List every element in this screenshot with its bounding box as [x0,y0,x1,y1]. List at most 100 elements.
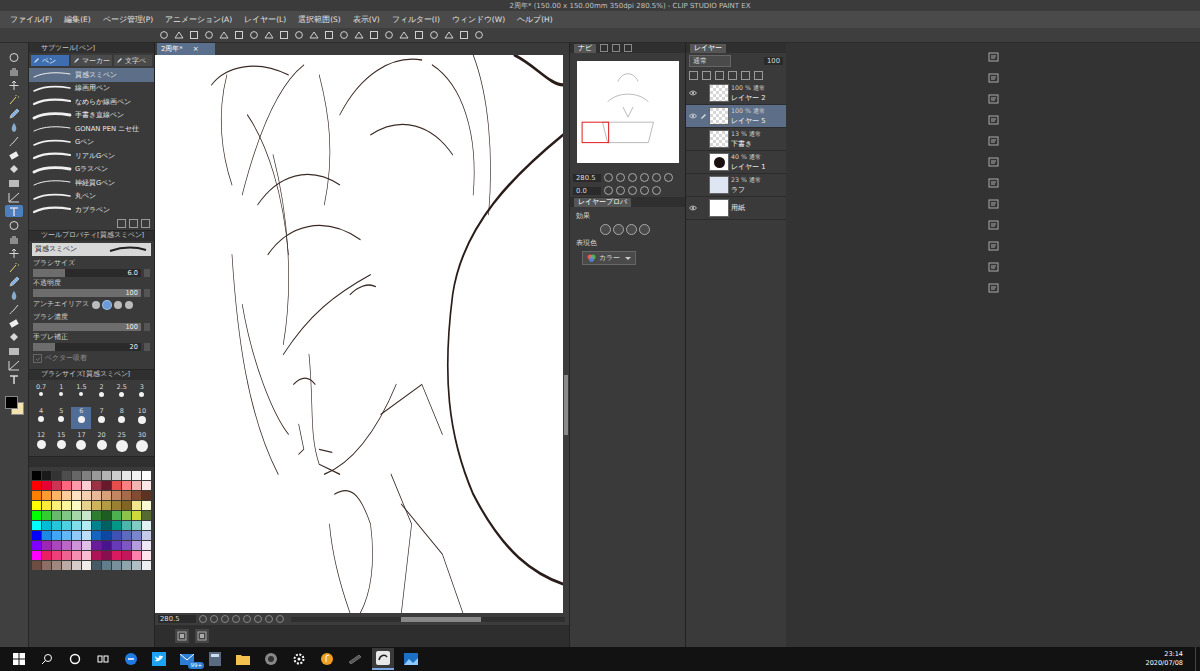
view-control-icon[interactable] [276,615,284,623]
color-swatch[interactable] [112,471,121,480]
command-icon[interactable] [188,30,199,41]
color-swatch[interactable] [112,551,121,560]
color-swatch[interactable] [82,491,91,500]
music-button[interactable] [316,648,338,670]
color-swatch[interactable] [52,471,61,480]
tool-button[interactable] [5,191,23,203]
color-swatch[interactable] [62,531,71,540]
command-icon[interactable] [323,30,334,41]
color-swatch[interactable] [62,561,71,570]
mail-button[interactable]: 99+ [176,648,198,670]
effect-button[interactable] [613,224,624,235]
color-swatch[interactable] [112,491,121,500]
color-swatch[interactable] [132,561,141,570]
brush-size-option[interactable]: 8 [112,407,132,429]
slider-track[interactable]: 20 [33,343,141,351]
brush-size-option[interactable]: 3 [132,383,152,405]
zoom-button[interactable] [604,173,613,182]
navigator-rotation[interactable]: 0.0 [573,187,601,195]
color-swatch[interactable] [132,551,141,560]
command-icon[interactable] [383,30,394,41]
color-swatch[interactable] [52,511,61,520]
layer-row[interactable]: 用紙 [686,197,786,220]
brush-item[interactable]: カブラペン [29,203,154,217]
color-swatch[interactable] [62,501,71,510]
color-swatch[interactable] [92,491,101,500]
panel-icon[interactable] [986,177,1000,189]
visibility-toggle[interactable] [688,181,697,190]
command-icon[interactable] [233,30,244,41]
color-swatch[interactable] [42,561,51,570]
start-button[interactable] [8,648,30,670]
color-swatch[interactable] [42,501,51,510]
color-swatch[interactable] [82,541,91,550]
color-swatch[interactable] [92,531,101,540]
color-swatch[interactable] [42,551,51,560]
color-swatch[interactable] [62,541,71,550]
photo-button[interactable] [400,648,422,670]
rotate-button[interactable] [640,186,649,195]
layer-action-icon[interactable] [702,71,711,80]
tool-button[interactable] [5,121,23,133]
slider-track[interactable]: 100 [33,289,141,297]
settings-button[interactable] [288,648,310,670]
color-swatch[interactable] [112,521,121,530]
brush-size-option[interactable]: 2 [91,383,111,405]
tablet-button[interactable] [344,648,366,670]
color-swatch[interactable] [82,521,91,530]
brush-size-option[interactable]: 2.5 [112,383,132,405]
scroll-thumb[interactable] [564,375,568,435]
color-swatch[interactable] [82,531,91,540]
brush-size-option[interactable]: 15 [51,431,71,453]
twitter-button[interactable] [148,648,170,670]
menu-item[interactable]: アニメーション(A) [165,15,232,25]
color-swatch[interactable] [112,511,121,520]
subtool-tab[interactable]: 文字ペ [114,55,152,66]
visibility-toggle[interactable] [688,158,697,167]
antialias-option[interactable] [114,301,122,309]
zoom-button[interactable] [652,173,661,182]
color-swatch[interactable] [32,541,41,550]
task-view-button[interactable] [92,648,114,670]
color-swatch[interactable] [142,531,151,540]
color-swatch[interactable] [102,481,111,490]
color-swatch[interactable] [122,511,131,520]
blend-mode-dropdown[interactable]: 通常 [689,55,731,67]
color-swatch[interactable] [72,491,81,500]
color-swatch[interactable] [92,471,101,480]
layer-row[interactable]: 23 % 通常ラフ [686,174,786,197]
color-swatch[interactable] [102,471,111,480]
color-swatch[interactable] [132,471,141,480]
color-swatch[interactable] [112,481,121,490]
color-swatch[interactable] [92,521,101,530]
color-swatch[interactable] [82,481,91,490]
color-swatch[interactable] [52,541,61,550]
color-swatch[interactable] [142,511,151,520]
color-swatch[interactable] [102,541,111,550]
color-swatch[interactable] [142,481,151,490]
menu-item[interactable]: ファイル(F) [10,15,52,25]
slider-track[interactable]: 100 [33,323,141,331]
panel-icon[interactable] [986,114,1000,126]
brush-size-option[interactable]: 4 [31,407,51,429]
color-swatch[interactable] [132,491,141,500]
visibility-toggle[interactable] [688,204,697,213]
brush-item[interactable]: 線画用ペン [29,82,154,96]
brush-size-option[interactable]: 0.7 [31,383,51,405]
command-icon[interactable] [458,30,469,41]
horizontal-scrollbar[interactable] [291,617,565,622]
navigator-zoom[interactable]: 280.5 [573,174,601,182]
edit-target-mark[interactable] [699,89,707,97]
color-swatch[interactable] [102,561,111,570]
panel-toggle-button[interactable] [175,629,189,643]
view-control-icon[interactable] [199,615,207,623]
tool-button[interactable] [5,163,23,175]
command-icon[interactable] [413,30,424,41]
clip-studio-button[interactable] [372,648,394,670]
command-icon[interactable] [158,30,169,41]
tool-button[interactable] [5,65,23,77]
color-swatch[interactable] [72,481,81,490]
brush-size-option[interactable]: 17 [71,431,91,453]
menu-item[interactable]: 選択範囲(S) [298,15,341,25]
close-tab-button[interactable]: × [193,45,199,53]
